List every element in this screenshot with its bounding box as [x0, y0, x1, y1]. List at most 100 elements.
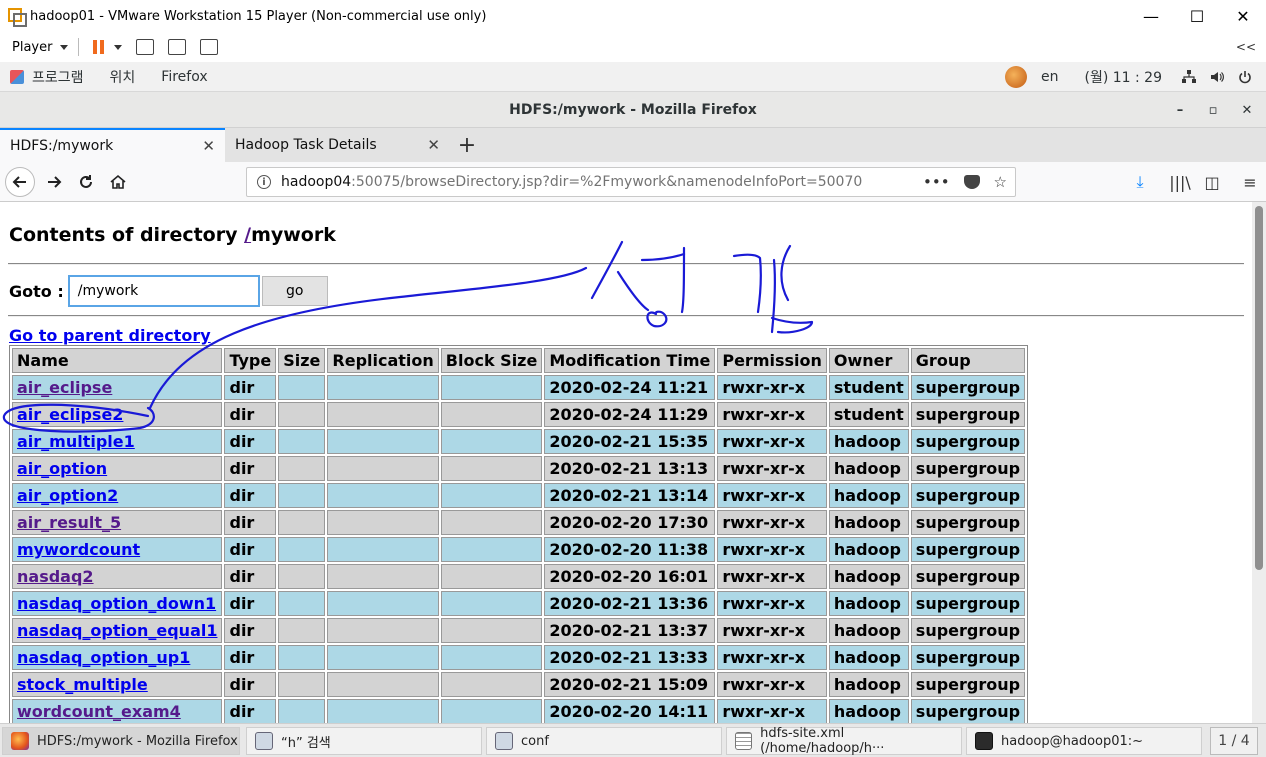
- network-icon[interactable]: [1182, 70, 1196, 84]
- menu-applications[interactable]: 프로그램: [32, 67, 84, 87]
- directory-link[interactable]: nasdaq_option_equal1: [17, 621, 217, 640]
- directory-link[interactable]: nasdaq_option_down1: [17, 594, 216, 613]
- close-tab-icon[interactable]: ✕: [427, 136, 440, 154]
- name-cell: nasdaq_option_up1: [12, 645, 223, 670]
- directory-link[interactable]: wordcount_exam4: [17, 702, 181, 721]
- directory-link[interactable]: air_eclipse2: [17, 405, 123, 424]
- tab-hadoop-task-details[interactable]: Hadoop Task Details ✕: [225, 128, 450, 162]
- owner-cell: hadoop: [828, 456, 909, 481]
- reload-button[interactable]: [71, 167, 101, 197]
- column-header: Modification Time: [544, 348, 716, 373]
- firefox-close-button[interactable]: ✕: [1230, 92, 1264, 128]
- url-bar[interactable]: i hadoop04:50075/browseDirectory.jsp?dir…: [246, 167, 1016, 197]
- taskbar-item-search[interactable]: “h” 검색: [246, 727, 482, 755]
- goto-input[interactable]: /mywork: [67, 275, 260, 307]
- directory-link[interactable]: air_option: [17, 459, 107, 478]
- close-tab-icon[interactable]: ✕: [202, 137, 215, 155]
- download-icon[interactable]: ⤓: [1124, 172, 1156, 192]
- directory-link[interactable]: air_eclipse: [17, 378, 112, 397]
- site-info-icon[interactable]: i: [257, 175, 271, 189]
- page-content: Contents of directory /mywork Goto : /my…: [0, 202, 1252, 723]
- taskbar-item-editor[interactable]: hdfs-site.xml (/home/hadoop/h···: [726, 726, 962, 756]
- input-language[interactable]: en: [1041, 69, 1059, 85]
- directory-link[interactable]: mywordcount: [17, 540, 140, 559]
- new-tab-icon[interactable]: +: [456, 128, 478, 162]
- pause-menu-chevron-icon[interactable]: [114, 44, 123, 50]
- type-cell: dir: [224, 618, 277, 643]
- directory-link[interactable]: air_option2: [17, 486, 118, 505]
- page-actions-icon[interactable]: •••: [923, 173, 950, 191]
- maximize-button[interactable]: ☐: [1174, 0, 1220, 32]
- taskbar-item-firefox[interactable]: HDFS:/mywork - Mozilla Firefox: [2, 727, 240, 755]
- scrollbar-thumb[interactable]: [1255, 206, 1263, 570]
- fullscreen-icon[interactable]: [168, 39, 187, 55]
- taskbar-item-label: hdfs-site.xml (/home/hadoop/h···: [760, 726, 885, 756]
- taskbar-item-conf[interactable]: conf: [486, 727, 722, 755]
- go-button[interactable]: go: [261, 276, 328, 306]
- back-button[interactable]: [5, 167, 35, 197]
- table-row: air_option dir 2020-02-21 13:13 rwxr-xr-x ha…: [12, 456, 1026, 481]
- sidebar-icon[interactable]: ◫: [1196, 173, 1228, 192]
- directory-table: Name Type Size Replication Block Size Mo…: [9, 345, 1029, 723]
- power-icon[interactable]: [1238, 70, 1252, 84]
- table-row: wordcount_exam4 dir 2020-02-20 14:11 rwxr-x…: [12, 699, 1026, 723]
- firefox-minimize-button[interactable]: –: [1163, 92, 1197, 128]
- player-menu[interactable]: Player: [12, 39, 69, 55]
- permission-cell: rwxr-xr-x: [717, 564, 827, 589]
- mtime-cell: 2020-02-21 13:33: [544, 645, 716, 670]
- pause-icon[interactable]: [93, 40, 105, 54]
- directory-link[interactable]: stock_multiple: [17, 675, 148, 694]
- permission-cell: rwxr-xr-x: [717, 645, 827, 670]
- tray-app-icon[interactable]: [1004, 66, 1027, 88]
- directory-link[interactable]: nasdaq2: [17, 567, 94, 586]
- forward-button[interactable]: [39, 167, 69, 197]
- navigation-toolbar: i hadoop04:50075/browseDirectory.jsp?dir…: [0, 162, 1266, 202]
- player-menu-label: Player: [12, 39, 53, 55]
- library-icon[interactable]: |||\: [1164, 173, 1196, 192]
- taskbar-item-terminal[interactable]: hadoop@hadoop01:~: [966, 727, 1202, 755]
- name-cell: stock_multiple: [12, 672, 223, 697]
- workspace-pager[interactable]: 1 / 4: [1210, 727, 1258, 755]
- tab-hdfs-mywork[interactable]: HDFS:/mywork ✕: [0, 128, 225, 162]
- mtime-cell: 2020-02-20 17:30: [544, 510, 716, 535]
- hamburger-menu-icon[interactable]: ≡: [1234, 173, 1266, 192]
- column-header: Name: [12, 348, 223, 373]
- owner-cell: hadoop: [828, 591, 909, 616]
- firefox-maximize-button[interactable]: ▫: [1196, 92, 1230, 128]
- name-cell: mywordcount: [12, 537, 223, 562]
- group-cell: supergroup: [910, 456, 1026, 481]
- bookmark-star-icon[interactable]: ☆: [994, 173, 1007, 191]
- send-ctrl-alt-del-icon[interactable]: [136, 39, 155, 55]
- owner-cell: hadoop: [828, 429, 909, 454]
- volume-icon[interactable]: [1210, 70, 1224, 84]
- group-cell: supergroup: [910, 537, 1026, 562]
- owner-cell: hadoop: [828, 483, 909, 508]
- menu-firefox[interactable]: Firefox: [161, 69, 207, 85]
- taskbar-item-label: “h” 검색: [281, 735, 331, 751]
- pocket-icon[interactable]: [963, 175, 980, 189]
- directory-link[interactable]: air_result_5: [17, 513, 121, 532]
- group-cell: supergroup: [910, 402, 1026, 427]
- menu-places[interactable]: 위치: [110, 67, 136, 87]
- arrow-right-icon: [48, 176, 62, 188]
- reload-icon: [80, 175, 92, 188]
- home-button[interactable]: [103, 167, 133, 197]
- directory-link[interactable]: air_multiple1: [17, 432, 135, 451]
- close-button[interactable]: ✕: [1220, 0, 1266, 32]
- replication-cell: [327, 375, 439, 400]
- owner-cell: hadoop: [828, 564, 909, 589]
- clock[interactable]: (월) 11 : 29: [1084, 67, 1162, 87]
- type-cell: dir: [224, 510, 277, 535]
- group-cell: supergroup: [910, 483, 1026, 508]
- minimize-button[interactable]: —: [1128, 0, 1174, 32]
- collapse-toolbar-button[interactable]: <<: [1236, 40, 1256, 54]
- vertical-scrollbar[interactable]: [1252, 202, 1266, 723]
- owner-cell: hadoop: [828, 537, 909, 562]
- parent-directory-link[interactable]: Go to parent directory: [9, 326, 211, 345]
- type-cell: dir: [224, 591, 277, 616]
- permission-cell: rwxr-xr-x: [717, 402, 827, 427]
- permission-cell: rwxr-xr-x: [717, 537, 827, 562]
- directory-link[interactable]: nasdaq_option_up1: [17, 648, 190, 667]
- firefox-icon: [11, 732, 29, 750]
- unity-mode-icon[interactable]: [200, 39, 219, 55]
